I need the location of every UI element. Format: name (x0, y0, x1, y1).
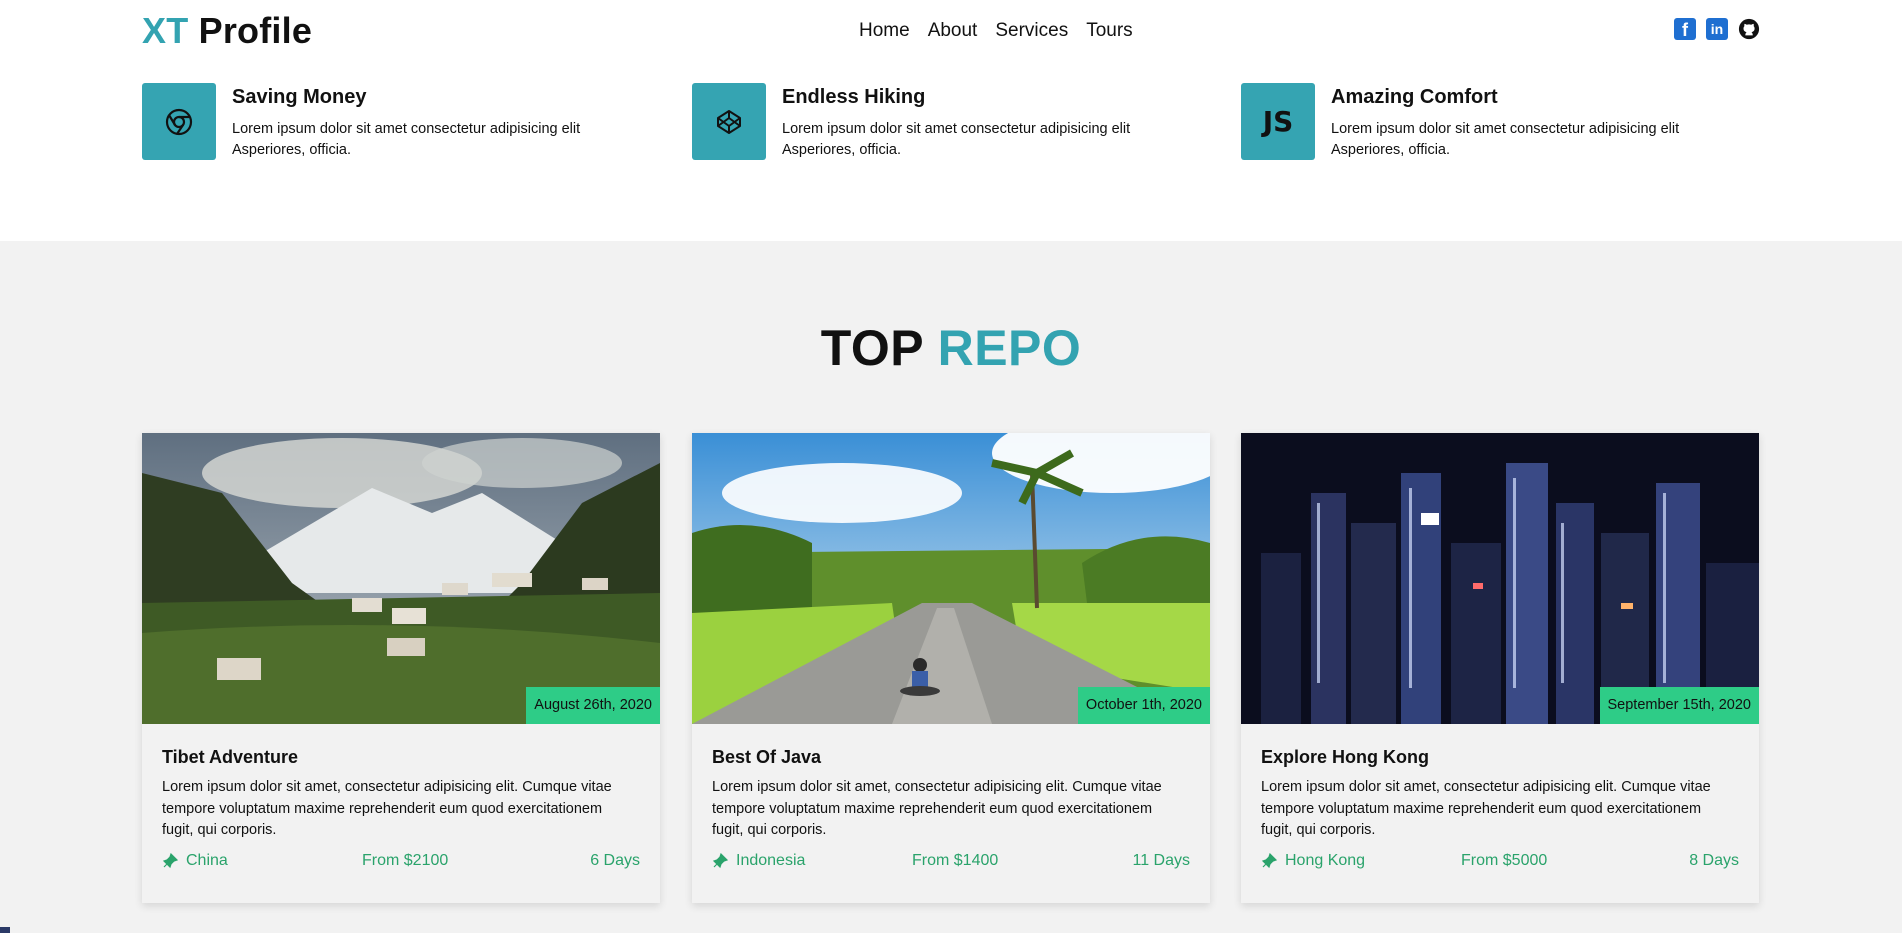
pushpin-icon (1261, 853, 1277, 869)
feature-description: Lorem ipsum dolor sit amet consectetur a… (782, 119, 1202, 161)
feature-saving-money: Saving Money Lorem ipsum dolor sit amet … (142, 83, 662, 163)
tour-desc-line: fugit, qui corporis. (162, 822, 277, 838)
tour-location-text: China (186, 852, 228, 869)
nav-home[interactable]: Home (859, 20, 910, 42)
page-corner-decoration (0, 927, 10, 933)
tour-card[interactable]: October 1th, 2020 Best Of Java Lorem ips… (692, 433, 1210, 903)
feature-desc-line: Asperiores, officia. (1331, 142, 1451, 158)
tour-location-text: Hong Kong (1285, 852, 1366, 869)
tour-date-badge: August 26th, 2020 (526, 687, 660, 724)
feature-description: Lorem ipsum dolor sit amet consectetur a… (1331, 119, 1751, 161)
tour-location: Hong Kong (1261, 852, 1365, 870)
pushpin-icon (712, 853, 728, 869)
top-repo-section: TOP REPO August 26th, 2020 Tibet Adventu… (0, 241, 1902, 933)
tour-desc-line: tempore voluptatum maxime reprehenderit … (1261, 800, 1702, 817)
tour-location: China (162, 852, 228, 870)
section-title: TOP REPO (0, 319, 1902, 377)
github-icon[interactable] (1738, 18, 1760, 40)
pushpin-icon (162, 853, 178, 869)
nav-tours[interactable]: Tours (1086, 20, 1132, 42)
tour-desc-line: Lorem ipsum dolor sit amet, consectetur … (1261, 779, 1711, 795)
tour-days: 8 Days (1689, 852, 1739, 869)
section-title-accent: REPO (937, 320, 1082, 376)
social-links: f in (1674, 18, 1760, 40)
section-title-main: TOP (820, 320, 924, 376)
tour-description: Lorem ipsum dolor sit amet, consectetur … (1261, 777, 1741, 842)
tour-image-road-palms (692, 433, 1210, 724)
tour-description: Lorem ipsum dolor sit amet, consectetur … (162, 777, 642, 842)
tour-desc-line: tempore voluptatum maxime reprehenderit … (162, 800, 603, 817)
tour-description: Lorem ipsum dolor sit amet, consectetur … (712, 777, 1192, 842)
tour-desc-line: fugit, qui corporis. (712, 822, 827, 838)
tour-location-text: Indonesia (736, 852, 806, 869)
tour-title[interactable]: Tibet Adventure (162, 747, 298, 768)
tour-meta: Hong Kong From $5000 8 Days (1261, 852, 1739, 874)
tour-card[interactable]: September 15th, 2020 Explore Hong Kong L… (1241, 433, 1759, 903)
feature-endless-hiking: Endless Hiking Lorem ipsum dolor sit ame… (692, 83, 1212, 163)
feature-desc-line: Lorem ipsum dolor sit amet consectetur a… (232, 121, 581, 137)
logo-accent: XT (142, 10, 189, 51)
features-row: Saving Money Lorem ipsum dolor sit amet … (142, 83, 1760, 163)
main-nav: Home About Services Tours (859, 20, 1133, 42)
tour-image-mountains (142, 433, 660, 724)
tour-location: Indonesia (712, 852, 805, 870)
tour-date-badge: September 15th, 2020 (1599, 687, 1759, 724)
tour-price: From $2100 (362, 852, 449, 869)
tour-title[interactable]: Explore Hong Kong (1261, 747, 1429, 768)
nav-about[interactable]: About (928, 20, 978, 42)
tour-days: 6 Days (590, 852, 640, 869)
tour-image-city-night (1241, 433, 1759, 724)
feature-title: Endless Hiking (782, 86, 926, 108)
tour-desc-line: Lorem ipsum dolor sit amet, consectetur … (162, 779, 612, 795)
tour-meta: Indonesia From $1400 11 Days (712, 852, 1190, 874)
tour-desc-line: Lorem ipsum dolor sit amet, consectetur … (712, 779, 1162, 795)
tour-date-badge: October 1th, 2020 (1077, 687, 1210, 724)
feature-desc-line: Lorem ipsum dolor sit amet consectetur a… (1331, 121, 1680, 137)
feature-desc-line: Asperiores, officia. (782, 142, 902, 158)
feature-desc-line: Lorem ipsum dolor sit amet consectetur a… (782, 121, 1131, 137)
feature-description: Lorem ipsum dolor sit amet consectetur a… (232, 119, 652, 161)
tour-price: From $1400 (912, 852, 999, 869)
facebook-icon[interactable]: f (1674, 18, 1696, 40)
codepen-icon (692, 83, 766, 160)
tour-price: From $5000 (1461, 852, 1548, 869)
linkedin-icon[interactable]: in (1706, 18, 1728, 40)
js-icon: JS (1241, 83, 1315, 160)
nav-services[interactable]: Services (995, 20, 1068, 42)
feature-amazing-comfort: JS Amazing Comfort Lorem ipsum dolor sit… (1241, 83, 1761, 163)
logo-text: Profile (198, 10, 313, 51)
feature-desc-line: Asperiores, officia. (232, 142, 352, 158)
chrome-icon (142, 83, 216, 160)
tour-card[interactable]: August 26th, 2020 Tibet Adventure Lorem … (142, 433, 660, 903)
tour-meta: China From $2100 6 Days (162, 852, 640, 874)
tour-days: 11 Days (1132, 852, 1190, 869)
tour-title[interactable]: Best Of Java (712, 747, 821, 768)
feature-title: Saving Money (232, 86, 367, 108)
tour-desc-line: fugit, qui corporis. (1261, 822, 1376, 838)
logo[interactable]: XT Profile (142, 10, 312, 52)
site-header: XT Profile Home About Services Tours f i… (0, 0, 1902, 64)
tour-desc-line: tempore voluptatum maxime reprehenderit … (712, 800, 1153, 817)
feature-title: Amazing Comfort (1331, 86, 1498, 108)
